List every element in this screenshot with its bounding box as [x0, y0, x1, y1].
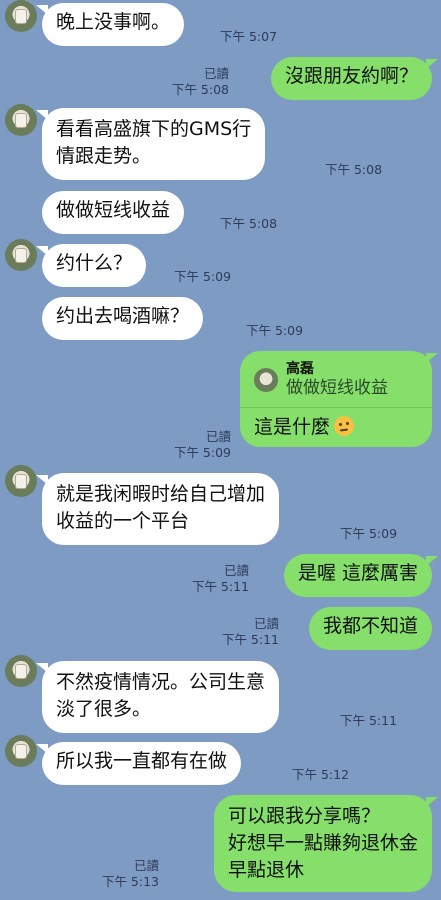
message-time: 下午 5:11	[340, 713, 398, 728]
outgoing-message[interactable]: 可以跟我分享嗎？ 好想早一點賺夠退休金 早點退休	[213, 795, 439, 892]
outgoing-message[interactable]: 我都不知道	[308, 607, 432, 650]
contact-avatar[interactable]	[5, 735, 37, 767]
incoming-message[interactable]: 晚上没事啊。	[35, 3, 185, 46]
message-line: 早點退休	[227, 859, 304, 881]
message-time: 下午 5:07	[220, 29, 278, 44]
message-time: 下午 5:09	[246, 323, 304, 338]
read-receipt: 已讀	[253, 616, 279, 631]
incoming-message[interactable]: 约什么？	[35, 244, 147, 287]
message-time: 下午 5:09	[340, 526, 398, 541]
message-line: 看看高盛旗下的GMS行	[56, 118, 252, 140]
quoted-text: 做做短线收益	[286, 378, 388, 398]
message-line: 可以跟我分享嗎？	[227, 805, 380, 827]
incoming-message[interactable]: 约出去喝酒嘛？	[42, 297, 204, 340]
message-time: 下午 5:09	[174, 269, 232, 284]
contact-avatar[interactable]	[5, 465, 37, 497]
reply-body: 這是什麼	[254, 414, 418, 441]
message-time: 下午 5:11	[221, 632, 279, 647]
message-time: 下午 5:11	[191, 579, 249, 594]
read-receipt: 已讀	[205, 429, 231, 444]
message-time: 下午 5:12	[292, 767, 350, 782]
contact-avatar[interactable]	[5, 239, 37, 271]
contact-avatar	[254, 368, 278, 392]
message-time: 下午 5:13	[101, 874, 159, 889]
reply-divider	[240, 407, 432, 408]
message-text: 這是什麼	[254, 416, 331, 438]
message-line: 收益的一个平台	[56, 510, 190, 532]
outgoing-message[interactable]: 是喔 這麼厲害	[283, 554, 439, 597]
contact-avatar[interactable]	[5, 104, 37, 136]
incoming-message[interactable]: 做做短线收益	[42, 191, 185, 234]
read-receipt: 已讀	[203, 66, 229, 81]
read-receipt: 已讀	[133, 858, 159, 873]
incoming-message[interactable]: 看看高盛旗下的GMS行 情跟走势。	[35, 108, 266, 180]
incoming-message[interactable]: 不然疫情情况。公司生意 淡了很多。	[35, 661, 280, 733]
message-line: 情跟走势。	[56, 145, 152, 167]
outgoing-message[interactable]: 沒跟朋友約啊？	[270, 57, 439, 100]
read-receipt: 已讀	[223, 563, 249, 578]
quoted-sender-name: 高磊	[286, 361, 314, 377]
message-time: 下午 5:08	[171, 82, 229, 97]
incoming-message[interactable]: 所以我一直都有在做	[35, 742, 242, 785]
message-time: 下午 5:08	[220, 216, 278, 231]
reply-message[interactable]: 高磊 做做短线收益 這是什麼	[240, 351, 438, 447]
quoted-message[interactable]: 高磊 做做短线收益	[254, 361, 418, 399]
message-line: 淡了很多。	[56, 698, 152, 720]
contact-avatar[interactable]	[5, 0, 37, 32]
incoming-message[interactable]: 就是我闲暇时给自己增加 收益的一个平台	[35, 473, 280, 545]
message-time: 下午 5:09	[173, 445, 231, 460]
message-time: 下午 5:08	[325, 162, 383, 177]
thinking-face-emoji	[334, 416, 355, 436]
message-line: 就是我闲暇时给自己增加	[56, 483, 266, 505]
message-line: 不然疫情情况。公司生意	[56, 671, 266, 693]
message-line: 好想早一點賺夠退休金	[227, 832, 418, 854]
contact-avatar[interactable]	[5, 655, 37, 687]
